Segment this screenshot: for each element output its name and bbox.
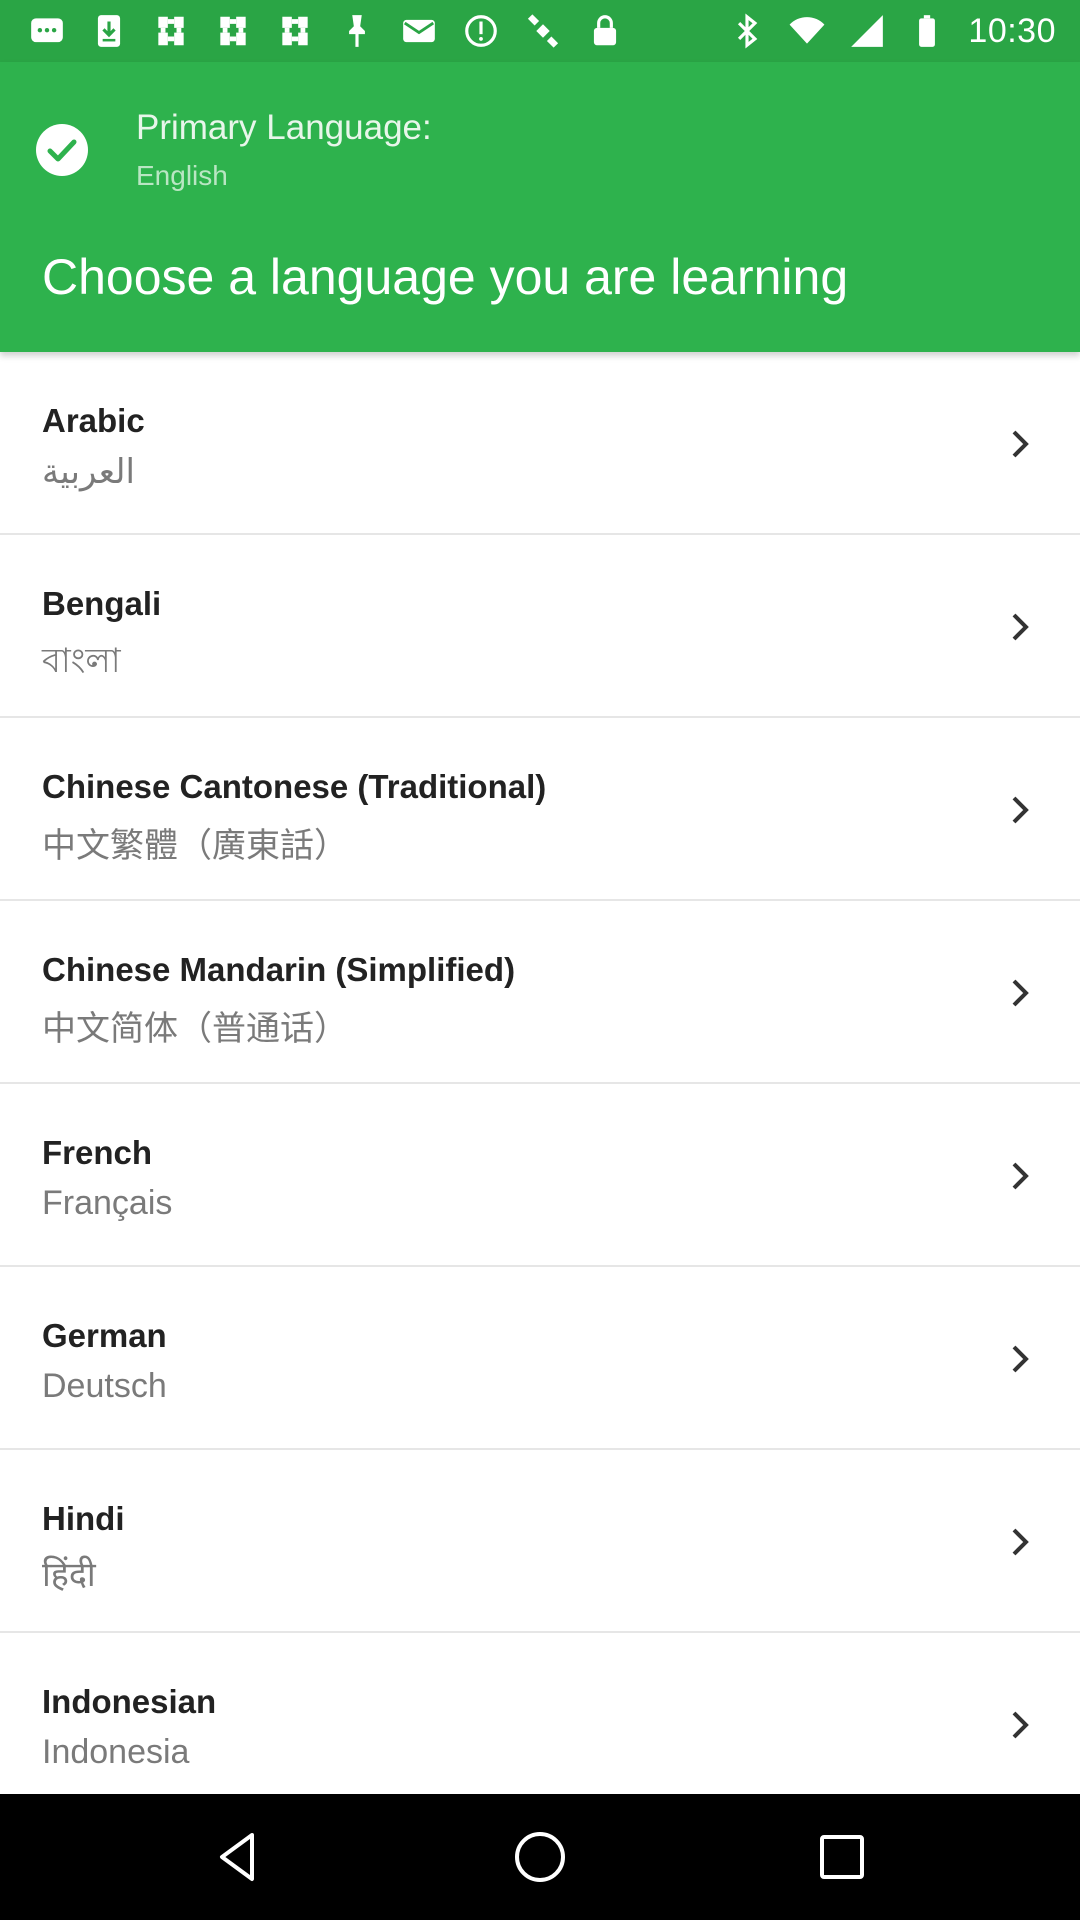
primary-language-value: English — [136, 160, 228, 191]
language-list: Arabic العربية Bengali বাংলা Chinese Can… — [0, 352, 1080, 1794]
pin-icon — [338, 12, 376, 50]
download-icon — [90, 12, 128, 50]
language-native-name: العربية — [42, 453, 135, 491]
list-item-indonesian[interactable]: Indonesian Indonesia — [0, 1633, 1080, 1794]
check-icon — [36, 124, 88, 176]
chevron-right-icon — [1006, 1707, 1036, 1743]
status-bar: 10:30 — [0, 0, 1080, 62]
chevron-right-icon — [1006, 426, 1036, 462]
language-name: Hindi — [42, 1500, 125, 1537]
language-native-name: Deutsch — [42, 1367, 167, 1405]
mail-icon — [400, 12, 438, 50]
language-native-name: 中文简体（普通话） — [42, 1010, 348, 1048]
language-name: Chinese Mandarin (Simplified) — [42, 951, 516, 988]
list-item-bengali[interactable]: Bengali বাংলা — [0, 535, 1080, 718]
language-native-name: Indonesia — [42, 1733, 190, 1771]
list-item-german[interactable]: German Deutsch — [0, 1267, 1080, 1450]
header: Primary Language: English Choose a langu… — [0, 62, 1080, 352]
language-native-name: Français — [42, 1184, 173, 1222]
language-name: Chinese Cantonese (Traditional) — [42, 768, 547, 805]
satellite-icon — [524, 12, 562, 50]
lock-icon — [586, 12, 624, 50]
list-item-hindi[interactable]: Hindi हिंदी — [0, 1450, 1080, 1633]
battery-icon — [908, 12, 946, 50]
slack-icon — [214, 12, 252, 50]
navigation-bar — [0, 1794, 1080, 1920]
system-icons: 10:30 — [728, 10, 1056, 52]
slack-icon — [152, 12, 190, 50]
list-item-chinese-cantonese[interactable]: Chinese Cantonese (Traditional) 中文繁體（廣東話… — [0, 718, 1080, 901]
language-name: French — [42, 1134, 153, 1171]
language-name: Bengali — [42, 585, 162, 622]
language-name: German — [42, 1317, 167, 1354]
alarm-icon — [462, 12, 500, 50]
notification-icons — [28, 10, 624, 52]
chevron-right-icon — [1006, 1524, 1036, 1560]
chevron-right-icon — [1006, 975, 1036, 1011]
chevron-right-icon — [1006, 609, 1036, 645]
list-item-chinese-mandarin[interactable]: Chinese Mandarin (Simplified) 中文简体（普通话） — [0, 901, 1080, 1084]
language-native-name: 中文繁體（廣東話） — [42, 827, 348, 865]
language-native-name: हिंदी — [42, 1556, 96, 1594]
page-title: Choose a language you are learning — [42, 249, 849, 305]
primary-language-label: Primary Language: — [136, 108, 432, 147]
language-name: Indonesian — [42, 1683, 217, 1720]
language-name: Arabic — [42, 402, 145, 439]
messages-icon — [28, 12, 66, 50]
list-item-french[interactable]: French Français — [0, 1084, 1080, 1267]
chevron-right-icon — [1006, 1341, 1036, 1377]
list-item-arabic[interactable]: Arabic العربية — [0, 352, 1080, 535]
back-icon[interactable] — [208, 1827, 268, 1887]
wifi-icon — [788, 12, 826, 50]
recent-apps-icon[interactable] — [812, 1827, 872, 1887]
bluetooth-icon — [728, 12, 766, 50]
chevron-right-icon — [1006, 1158, 1036, 1194]
clock: 10:30 — [968, 11, 1056, 50]
home-icon[interactable] — [510, 1827, 570, 1887]
signal-icon — [848, 12, 886, 50]
slack-icon — [276, 12, 314, 50]
language-native-name: বাংলা — [42, 642, 121, 680]
chevron-right-icon — [1006, 792, 1036, 828]
